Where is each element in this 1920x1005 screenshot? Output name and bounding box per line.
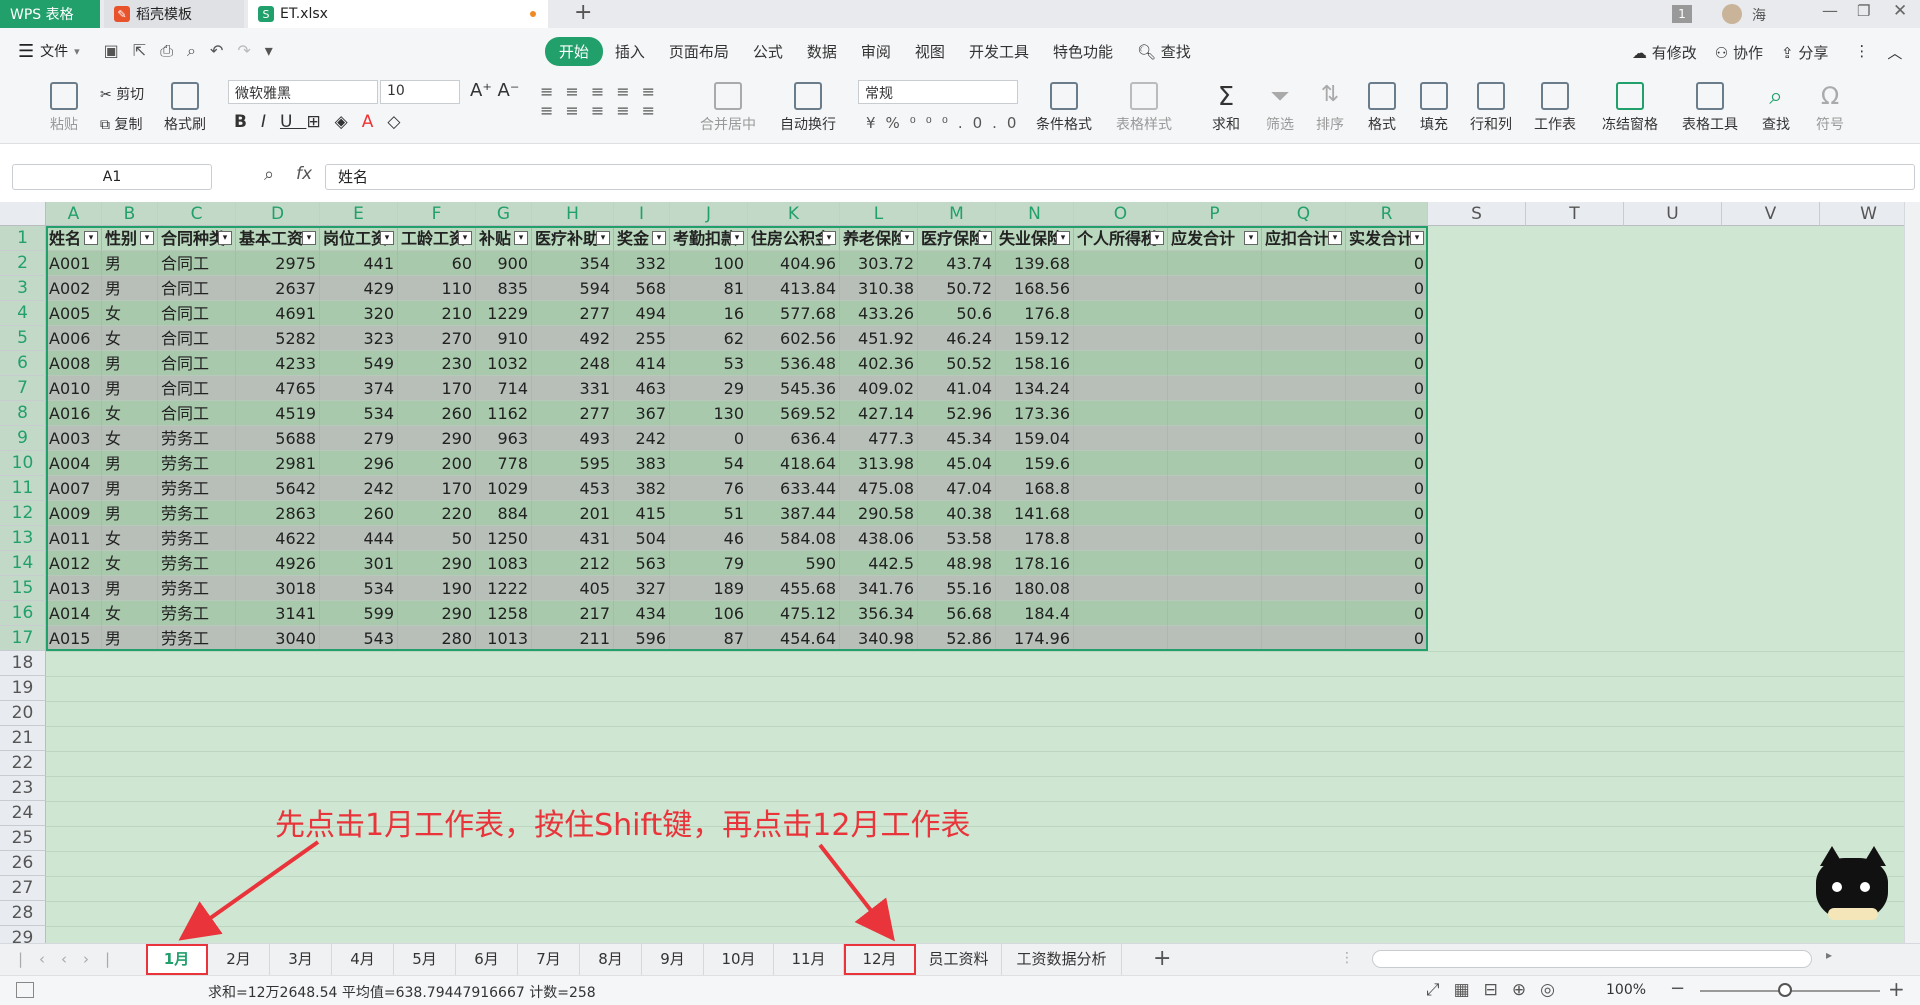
annotation-arrows <box>178 840 895 942</box>
splitter-handle[interactable]: ⋮ <box>1340 950 1354 970</box>
sheet-tabs-bar: |‹‹›| + ⋮ ▸ 1月 2月 3月 4月 5月 6月 7月 8月 9月 10月 11月 12月员… <box>0 943 1920 975</box>
sheet-nav-arrows[interactable]: |‹‹›| <box>18 950 126 968</box>
view-mode-icons[interactable]: ⤢▦⊟⊕◎ <box>1426 980 1569 1000</box>
zoom-out-icon[interactable]: − <box>1670 978 1685 999</box>
sheet-tab[interactable]: 10月 <box>704 944 774 975</box>
sheet-tab[interactable]: 3月 <box>270 944 332 975</box>
macro-icon[interactable] <box>16 982 34 998</box>
sheet-tab[interactable]: 9月 <box>642 944 704 975</box>
sheet-tab[interactable]: 6月 <box>456 944 518 975</box>
wps-spreadsheet-window: WPS 表格 ✎ 稻壳模板 S ET.xlsx + 1 海 — ❐ ✕ ☰ 文件 ▾… <box>0 0 1920 1005</box>
sheet-tab[interactable]: 11月 <box>774 944 844 975</box>
scroll-right-icon[interactable]: ▸ <box>1826 948 1832 962</box>
sheet-tab[interactable]: 4月 <box>332 944 394 975</box>
sheet-tab[interactable]: 2月 <box>208 944 270 975</box>
sheet-tab[interactable]: 工资数据分析 <box>1002 944 1122 975</box>
sheet-tab[interactable]: 8月 <box>580 944 642 975</box>
status-bar: 求和=12万2648.54 平均值=638.79447916667 计数=258… <box>0 975 1920 1005</box>
sheet-tab[interactable]: 7月 <box>518 944 580 975</box>
cat-mascot-icon[interactable] <box>1808 840 1896 940</box>
sheet-tab[interactable]: 12月 <box>844 944 916 975</box>
sheet-tab[interactable]: 员工资料 <box>916 944 1002 975</box>
sheet-tab[interactable]: 1月 <box>146 944 208 975</box>
selection-summary: 求和=12万2648.54 平均值=638.79447916667 计数=258 <box>208 985 596 1001</box>
zoom-slider-thumb[interactable] <box>1778 983 1792 997</box>
zoom-in-icon[interactable]: + <box>1888 977 1905 1001</box>
zoom-level[interactable]: 100% <box>1606 982 1646 998</box>
arrow-to-dec <box>818 843 895 942</box>
add-sheet-plus-icon[interactable]: + <box>1153 944 1171 974</box>
horizontal-scrollbar[interactable] <box>1372 950 1812 968</box>
arrow-to-jan <box>178 840 320 941</box>
sheet-tab[interactable]: 5月 <box>394 944 456 975</box>
